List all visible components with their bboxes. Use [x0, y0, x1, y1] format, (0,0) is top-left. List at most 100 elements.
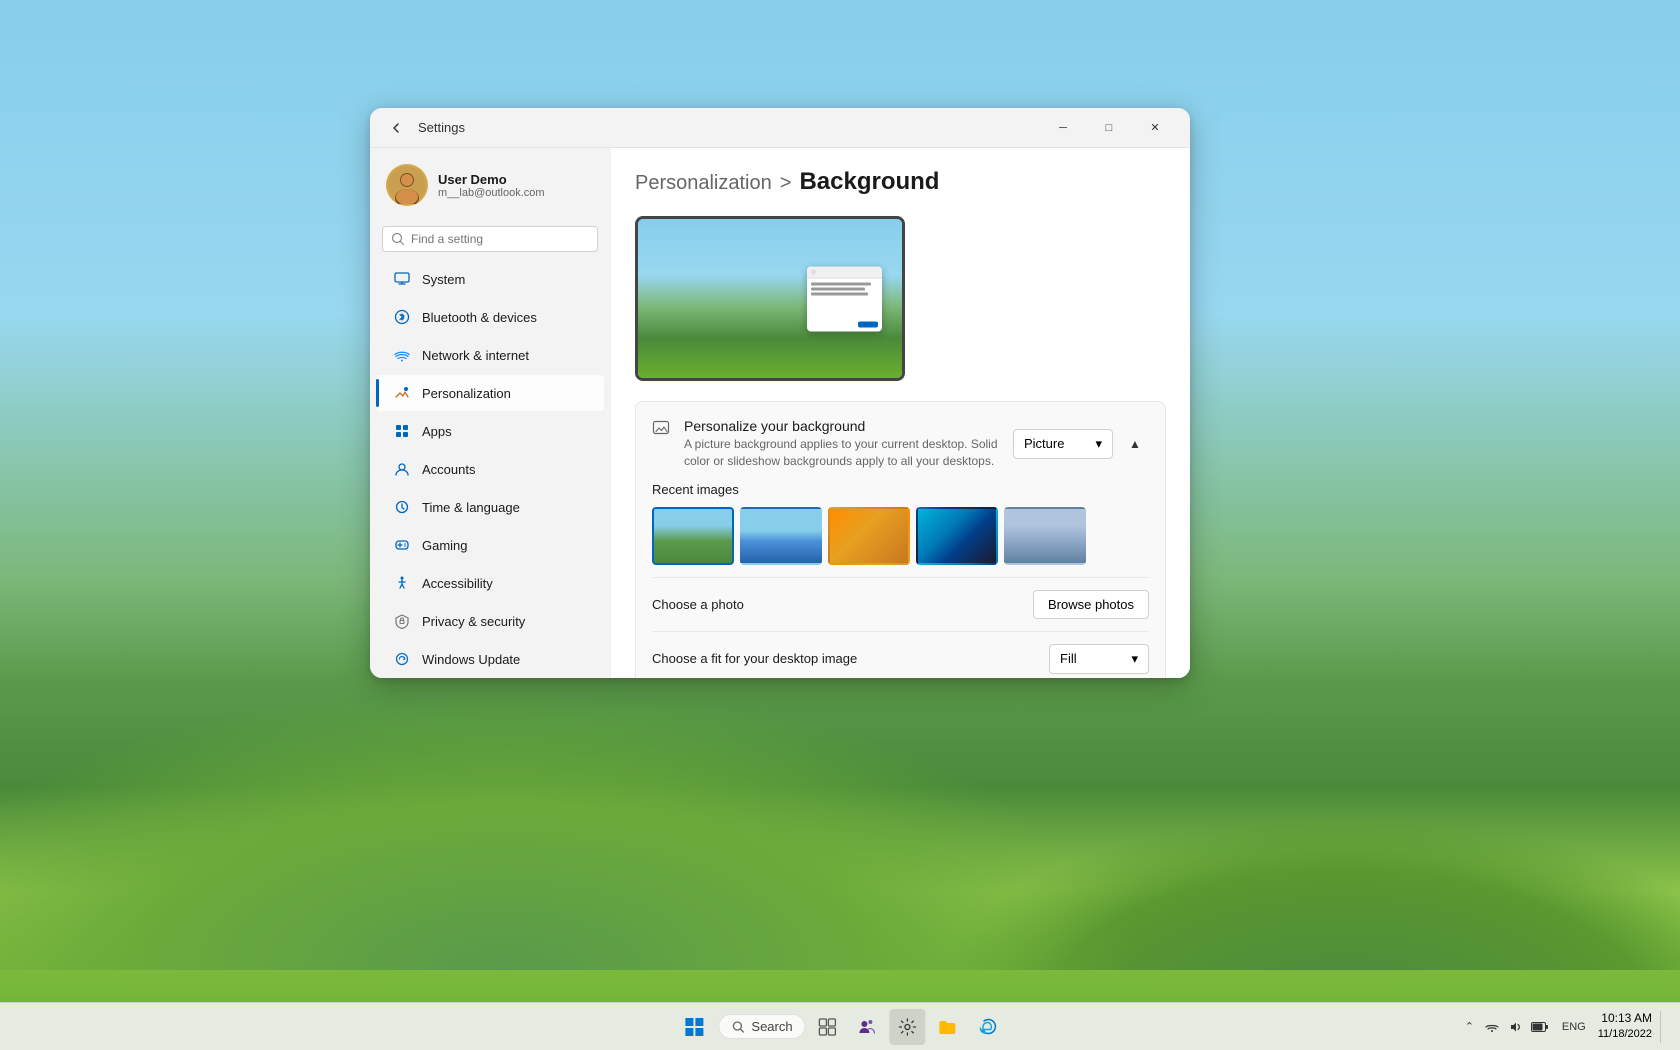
fit-label: Choose a fit for your desktop image: [652, 651, 857, 666]
preview-window-body: [807, 278, 882, 331]
preview-container: [635, 216, 1166, 381]
image-thumb-5[interactable]: [1004, 507, 1086, 565]
tray-expand[interactable]: ⌃: [1465, 1020, 1474, 1033]
sidebar-item-label-gaming: Gaming: [422, 538, 468, 553]
sidebar-item-gaming[interactable]: Gaming: [376, 527, 604, 563]
image-thumb-1[interactable]: [652, 507, 734, 565]
maximize-button[interactable]: □: [1086, 112, 1132, 144]
sidebar-item-network[interactable]: Network & internet: [376, 337, 604, 373]
sidebar-item-label-network: Network & internet: [422, 348, 529, 363]
personalize-icon: [652, 420, 672, 440]
browse-photos-button[interactable]: Browse photos: [1033, 590, 1149, 619]
desktop: Settings ─ □ ✕: [0, 0, 1680, 1050]
fit-row: Choose a fit for your desktop image Fill…: [652, 631, 1149, 678]
tray-battery-icon[interactable]: [1530, 1017, 1550, 1037]
sidebar-item-accessibility[interactable]: Accessibility: [376, 565, 604, 601]
chevron-down-icon: ▾: [1095, 436, 1102, 452]
user-info: User Demo m__lab@outlook.com: [438, 172, 545, 199]
settings-body: User Demo m__lab@outlook.com: [370, 148, 1190, 678]
dropdown-value: Picture: [1024, 436, 1064, 451]
desktop-preview: [635, 216, 905, 381]
taskbar-settings-button[interactable]: [890, 1009, 926, 1045]
sidebar-item-label-accounts: Accounts: [422, 462, 475, 477]
sidebar-item-label-update: Windows Update: [422, 652, 520, 667]
sidebar-item-privacy[interactable]: Privacy & security: [376, 603, 604, 639]
file-explorer-button[interactable]: [930, 1009, 966, 1045]
update-icon: [392, 649, 412, 669]
accessibility-icon: [392, 573, 412, 593]
search-input[interactable]: [411, 232, 589, 246]
chevron-down-icon-fit: ▾: [1131, 651, 1138, 667]
taskbar-right: ⌃: [1465, 1010, 1668, 1042]
edge-button[interactable]: [970, 1009, 1006, 1045]
sidebar-search[interactable]: [382, 226, 598, 252]
sidebar-item-apps[interactable]: Apps: [376, 413, 604, 449]
search-icon: [391, 232, 405, 246]
title-bar: Settings ─ □ ✕: [370, 108, 1190, 148]
personalize-card: Personalize your background A picture ba…: [635, 401, 1166, 678]
user-email: m__lab@outlook.com: [438, 187, 545, 199]
expand-button[interactable]: ▲: [1121, 430, 1149, 458]
personalize-control: Picture ▾ ▲: [1013, 429, 1149, 459]
network-icon: [392, 345, 412, 365]
bluetooth-icon: [392, 307, 412, 327]
sidebar: User Demo m__lab@outlook.com: [370, 148, 610, 678]
user-name: User Demo: [438, 172, 545, 187]
choose-photo-label: Choose a photo: [652, 597, 744, 612]
start-button[interactable]: [674, 1007, 714, 1047]
sidebar-item-bluetooth[interactable]: Bluetooth & devices: [376, 299, 604, 335]
image-grid: [652, 507, 1149, 565]
taskbar-search[interactable]: Search: [718, 1014, 805, 1039]
tray-network-icon[interactable]: [1482, 1017, 1502, 1037]
sidebar-item-time[interactable]: Time & language: [376, 489, 604, 525]
sidebar-item-personalization[interactable]: Personalization: [376, 375, 604, 411]
user-profile[interactable]: User Demo m__lab@outlook.com: [370, 156, 610, 222]
apps-icon: [392, 421, 412, 441]
teams-button[interactable]: [850, 1009, 886, 1045]
minimize-button[interactable]: ─: [1040, 112, 1086, 144]
sidebar-item-update[interactable]: Windows Update: [376, 641, 604, 677]
taskbar-search-label: Search: [751, 1019, 792, 1034]
clock[interactable]: 10:13 AM 11/18/2022: [1598, 1010, 1652, 1042]
sidebar-item-label-accessibility: Accessibility: [422, 576, 493, 591]
privacy-icon: [392, 611, 412, 631]
taskbar-search-icon: [731, 1020, 745, 1034]
sidebar-item-label-personalization: Personalization: [422, 386, 511, 401]
window-title: Settings: [418, 120, 1040, 135]
fit-dropdown-value: Fill: [1060, 651, 1077, 666]
show-desktop-button[interactable]: [1660, 1011, 1668, 1043]
image-thumb-2[interactable]: [740, 507, 822, 565]
window-controls: ─ □ ✕: [1040, 112, 1178, 144]
tray-lang[interactable]: ENG: [1562, 1021, 1586, 1033]
expanded-section: Recent images Choose a photo Browse phot…: [652, 482, 1149, 678]
page-header: Personalization > Background: [635, 168, 1166, 196]
preview-window: [807, 266, 882, 331]
image-thumb-3[interactable]: [828, 507, 910, 565]
sidebar-item-label-apps: Apps: [422, 424, 452, 439]
fit-dropdown[interactable]: Fill ▾: [1049, 644, 1149, 674]
personalize-desc: A picture background applies to your cur…: [684, 436, 1013, 470]
sidebar-item-system[interactable]: System: [376, 261, 604, 297]
sidebar-item-label-bluetooth: Bluetooth & devices: [422, 310, 537, 325]
image-thumb-4[interactable]: [916, 507, 998, 565]
settings-window: Settings ─ □ ✕: [370, 108, 1190, 678]
clock-date: 11/18/2022: [1598, 1027, 1652, 1042]
sidebar-item-label-privacy: Privacy & security: [422, 614, 525, 629]
time-icon: [392, 497, 412, 517]
taskbar-center: Search: [674, 1007, 1005, 1047]
sidebar-item-accounts[interactable]: Accounts: [376, 451, 604, 487]
breadcrumb-arrow: >: [780, 172, 792, 195]
system-icon: [392, 269, 412, 289]
preview-button: [858, 321, 878, 327]
back-button[interactable]: [382, 114, 410, 142]
close-button[interactable]: ✕: [1132, 112, 1178, 144]
personalize-title: Personalize your background: [684, 418, 1013, 434]
personalize-row: Personalize your background A picture ba…: [652, 418, 1149, 470]
accounts-icon: [392, 459, 412, 479]
clock-time: 10:13 AM: [1598, 1010, 1652, 1027]
personalize-left: Personalize your background A picture ba…: [652, 418, 1013, 470]
background-type-dropdown[interactable]: Picture ▾: [1013, 429, 1113, 459]
task-view-button[interactable]: [810, 1009, 846, 1045]
tray-sound-icon[interactable]: [1506, 1017, 1526, 1037]
preview-window-title: [807, 266, 882, 278]
